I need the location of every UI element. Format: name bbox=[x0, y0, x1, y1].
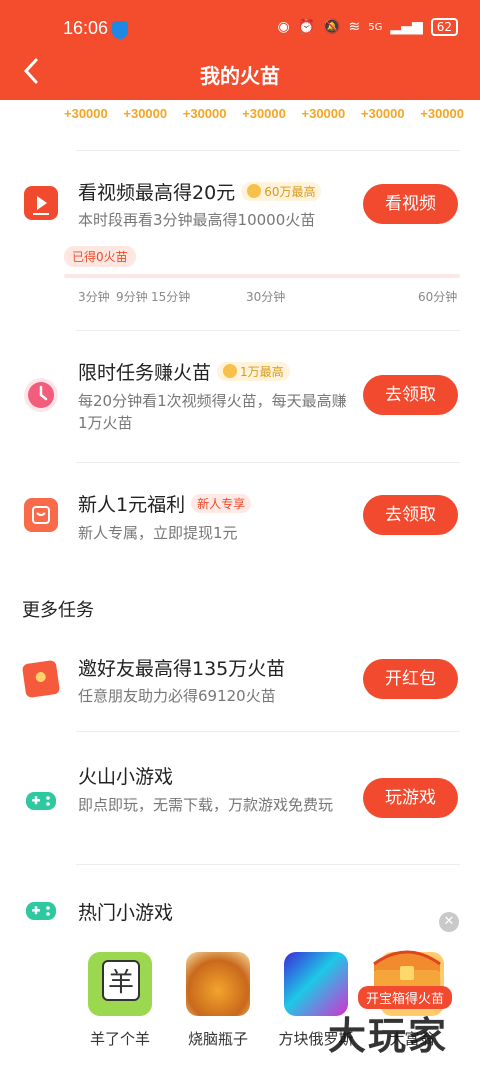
bottle-game-icon bbox=[186, 952, 250, 1016]
divider bbox=[76, 731, 460, 732]
bonus-value: +30000 bbox=[360, 106, 405, 121]
clock-icon bbox=[24, 378, 58, 412]
progress-tick: 30分钟 bbox=[246, 290, 286, 304]
reward-badge: 60万最高 bbox=[241, 182, 322, 201]
game-name: 羊了个羊 bbox=[89, 1030, 150, 1048]
battery-indicator: 62 bbox=[430, 18, 458, 36]
status-icons: ◉ ⏰ 🔕 ≋ 5G ▂▄▆ 62 bbox=[277, 18, 458, 36]
watch-video-button[interactable]: 看视频 bbox=[363, 184, 458, 224]
bonus-value: +30000 bbox=[420, 106, 464, 121]
gift-bag-icon bbox=[24, 498, 58, 532]
game-tile[interactable]: 羊 羊了个羊 bbox=[80, 952, 160, 1049]
task-desc: 新人专属，立即提现1元 bbox=[78, 524, 238, 542]
status-time: 16:06 bbox=[63, 18, 109, 38]
gamepad-icon bbox=[24, 784, 58, 818]
gamepad-icon bbox=[24, 894, 58, 928]
section-title: 更多任务 bbox=[22, 600, 94, 621]
signal-icon: ▂▄▆ bbox=[390, 19, 423, 35]
alarm-icon: ⏰ bbox=[297, 19, 316, 35]
bonus-value: +30000 bbox=[301, 106, 346, 121]
bonus-value: +30000 bbox=[64, 106, 108, 121]
wifi-icon: ≋ bbox=[348, 19, 361, 35]
game-tile[interactable]: 烧脑瓶子 bbox=[178, 952, 258, 1049]
bonus-value: +30000 bbox=[182, 106, 227, 121]
task-desc: 本时段再看3分钟最高得10000火苗 bbox=[78, 211, 316, 229]
progress-bar bbox=[64, 274, 460, 278]
task-title: 热门小游戏 bbox=[78, 902, 174, 924]
close-icon[interactable]: ✕ bbox=[439, 912, 459, 932]
task-title: 新人1元福利 bbox=[78, 494, 186, 516]
task-title: 看视频最高得20元 bbox=[78, 182, 236, 204]
progress-tick: 60分钟 bbox=[418, 290, 458, 304]
claim-button[interactable]: 去领取 bbox=[363, 375, 458, 415]
eye-icon: ◉ bbox=[277, 19, 290, 35]
task-desc: 即点即玩，无需下载，万款游戏免费玩 bbox=[78, 796, 334, 814]
play-game-button[interactable]: 玩游戏 bbox=[363, 778, 458, 818]
progress-tick: 3分钟 bbox=[78, 290, 110, 304]
mute-icon: 🔕 bbox=[323, 19, 341, 35]
progress-tick: 15分钟 bbox=[151, 290, 191, 304]
divider bbox=[76, 330, 460, 331]
task-title: 限时任务赚火苗 bbox=[78, 362, 212, 384]
bonus-row: +30000 +30000 +30000 +30000 +30000 +3000… bbox=[64, 106, 464, 121]
watermark: 大玩家 bbox=[328, 1014, 449, 1058]
task-title: 火山小游戏 bbox=[78, 766, 174, 788]
bonus-value: +30000 bbox=[123, 106, 168, 121]
open-red-envelope-button[interactable]: 开红包 bbox=[363, 659, 458, 699]
reward-badge: 1万最高 bbox=[217, 362, 290, 381]
red-envelope-icon bbox=[21, 659, 61, 699]
progress-label: 已得0火苗 bbox=[64, 246, 136, 267]
task-desc: 任意朋友助力必得69120火苗 bbox=[78, 687, 276, 705]
network-type: 5G bbox=[368, 21, 383, 33]
coin-icon bbox=[247, 184, 262, 198]
bonus-value: +30000 bbox=[242, 106, 286, 121]
newbie-badge: 新人专享 bbox=[191, 494, 252, 513]
claim-button[interactable]: 去领取 bbox=[363, 495, 458, 535]
divider bbox=[76, 462, 460, 463]
divider bbox=[76, 150, 460, 151]
game-name: 烧脑瓶子 bbox=[187, 1030, 248, 1048]
page-title: 我的火苗 bbox=[200, 64, 280, 88]
app-header: 16:06 ◉ ⏰ 🔕 ≋ 5G ▂▄▆ 62 我的火苗 bbox=[0, 0, 480, 100]
task-title: 邀好友最高得135万火苗 bbox=[78, 658, 286, 680]
coin-icon bbox=[223, 364, 238, 378]
sheep-game-icon: 羊 bbox=[88, 952, 152, 1016]
video-icon bbox=[24, 186, 58, 220]
status-bar: 16:06 ◉ ⏰ 🔕 ≋ 5G ▂▄▆ 62 bbox=[0, 12, 480, 44]
progress-tick: 9分钟 bbox=[116, 290, 148, 304]
task-desc: 每20分钟看1次视频得火苗，每天最高赚1万火苗 bbox=[78, 392, 347, 432]
shield-icon bbox=[112, 21, 128, 39]
divider bbox=[76, 864, 460, 865]
